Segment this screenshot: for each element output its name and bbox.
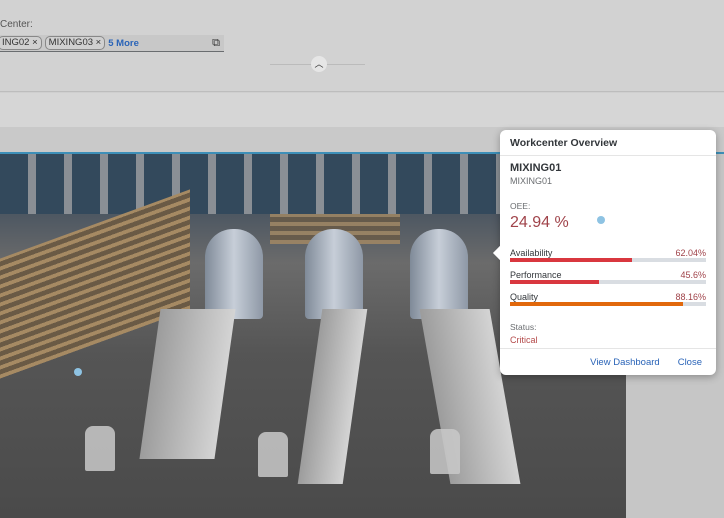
value-help-icon[interactable]: ⧉	[212, 37, 220, 50]
filter-label: Center:	[0, 19, 33, 30]
robot-arm	[430, 429, 460, 474]
metric-value: 88.16%	[675, 292, 706, 302]
oee-label: OEE:	[510, 201, 531, 211]
token-text: MIXING03	[48, 37, 94, 48]
remove-icon[interactable]: ×	[32, 37, 38, 48]
popover-footer: View Dashboard Close	[500, 348, 716, 375]
metric-bar-fill	[510, 302, 683, 306]
status-label: Status:	[510, 322, 537, 332]
metric-value: 45.6%	[680, 270, 706, 280]
metric-bar	[510, 258, 706, 262]
token[interactable]: ING02 ×	[0, 36, 42, 50]
mixer-silo	[410, 229, 468, 319]
close-button[interactable]: Close	[678, 357, 702, 368]
chevron-up-icon[interactable]: ︿	[311, 56, 327, 72]
hotspot-marker[interactable]	[74, 368, 82, 376]
production-line	[297, 309, 368, 484]
more-link[interactable]: 5 More	[108, 38, 139, 49]
token-text: ING02	[2, 37, 30, 48]
hotspot-marker[interactable]	[597, 216, 605, 224]
metric-bar-fill	[510, 280, 600, 284]
metric-bar	[510, 302, 706, 306]
metric-bar	[510, 280, 706, 284]
metric-label: Quality	[510, 292, 539, 302]
view-dashboard-button[interactable]: View Dashboard	[590, 357, 660, 368]
metric-bar-fill	[510, 258, 632, 262]
metric-label: Performance	[510, 270, 562, 280]
mixer-silo	[205, 229, 263, 319]
toolbar-area	[0, 93, 724, 127]
metric-performance: Performance 45.6%	[510, 270, 706, 284]
robot-arm	[258, 432, 288, 477]
metric-quality: Quality 88.16%	[510, 292, 706, 306]
production-line	[139, 309, 236, 459]
workcenter-id: MIXING01	[510, 176, 553, 186]
metric-value: 62.04%	[675, 248, 706, 258]
workcenter-overview-popover: Workcenter Overview MIXING01 MIXING01 OE…	[492, 130, 716, 375]
mixer-silo	[305, 229, 363, 319]
status-value: Critical	[510, 335, 538, 345]
metric-availability: Availability 62.04%	[510, 248, 706, 262]
filter-bar: Center: ING02 × MIXING03 × 5 More ⧉ ︿	[0, 0, 724, 92]
workcenter-name: MIXING01	[510, 162, 562, 174]
oee-value: 24.94 %	[510, 214, 569, 231]
robot-arm	[85, 426, 115, 471]
metric-label: Availability	[510, 248, 553, 258]
popover-title: Workcenter Overview	[500, 130, 716, 156]
work-center-multi-input[interactable]: ING02 × MIXING03 × 5 More ⧉	[0, 35, 224, 52]
token[interactable]: MIXING03 ×	[44, 36, 106, 50]
remove-icon[interactable]: ×	[96, 37, 102, 48]
